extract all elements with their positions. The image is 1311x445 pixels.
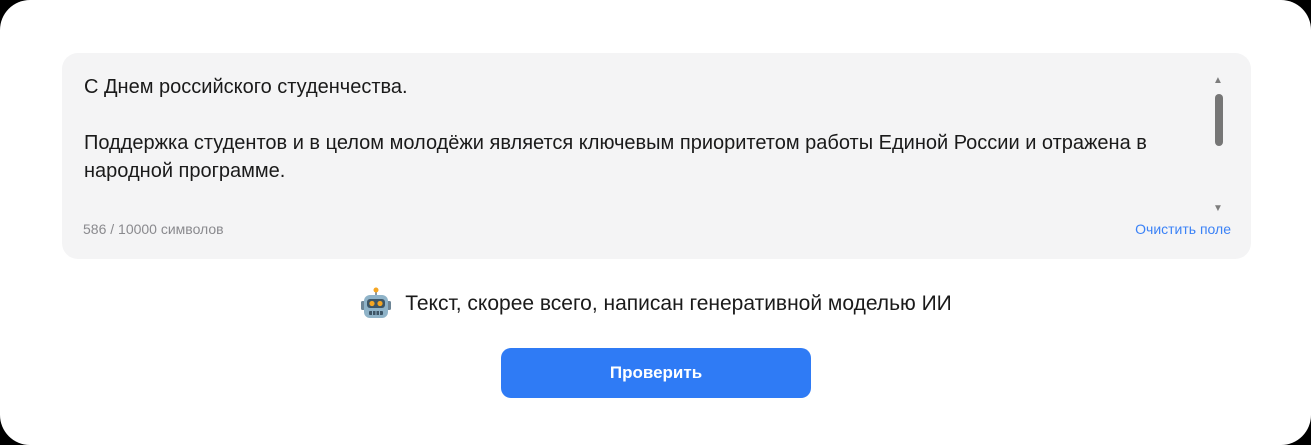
- text-scrollbar[interactable]: ▲ ▼: [1211, 75, 1225, 215]
- clear-field-link[interactable]: Очистить поле: [1135, 220, 1231, 238]
- detection-result: Текст, скорее всего, написан генеративно…: [0, 284, 1311, 324]
- scroll-thumb[interactable]: [1215, 94, 1223, 146]
- text-paragraph-1: С Днем российского студенчества.: [84, 76, 408, 98]
- app-window: С Днем российского студенчества. Поддерж…: [0, 0, 1311, 445]
- result-text: Текст, скорее всего, написан генеративно…: [405, 292, 952, 315]
- text-input-card: С Днем российского студенчества. Поддерж…: [62, 53, 1251, 259]
- robot-face-icon: [359, 287, 393, 321]
- scroll-down-icon[interactable]: ▼: [1211, 203, 1225, 215]
- check-button[interactable]: Проверить: [501, 348, 811, 398]
- scroll-up-icon[interactable]: ▲: [1211, 75, 1225, 87]
- text-paragraph-2: Поддержка студентов и в целом молодёжи я…: [84, 132, 1147, 182]
- text-input-area[interactable]: С Днем российского студенчества. Поддерж…: [84, 73, 1212, 222]
- character-counter: 586 / 10000 символов: [81, 220, 224, 238]
